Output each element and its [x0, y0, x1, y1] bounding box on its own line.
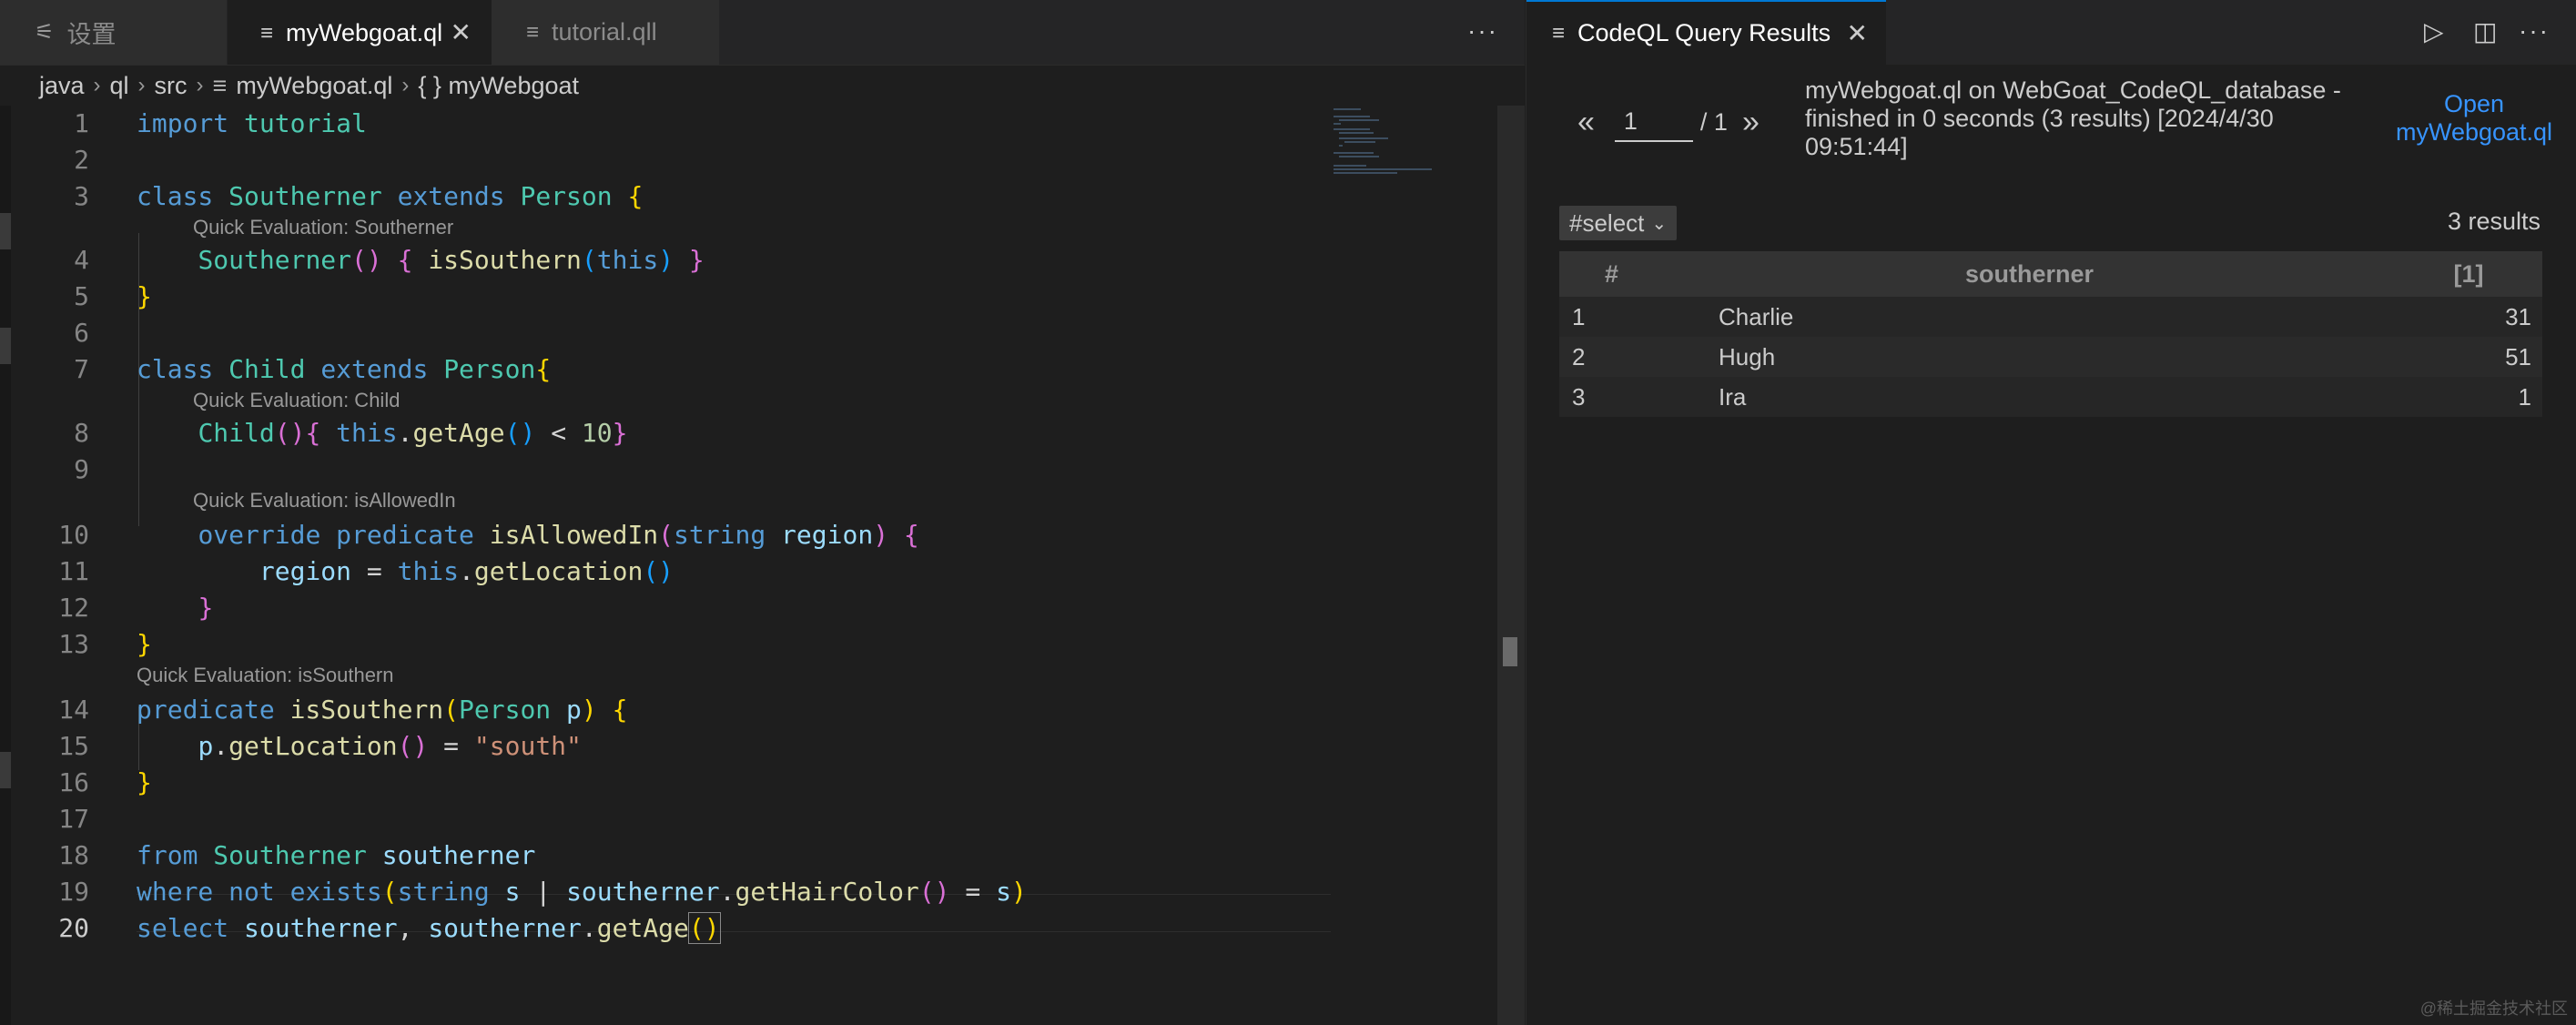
code-line: 4 Southerner() { isSouthern(this) } — [74, 245, 705, 275]
query-summary: myWebgoat.ql on WebGoat_CodeQL_database … — [1805, 76, 2341, 160]
watermark: @稀土掘金技术社区 — [2419, 1000, 2568, 1018]
next-page-button[interactable]: » — [1742, 105, 1760, 140]
tab-tutorial-qll[interactable]: ≡ tutorial.qll — [492, 0, 719, 65]
code-line: 2 — [74, 145, 89, 175]
quick-evaluation-lens[interactable]: Quick Evaluation: isSouthern — [137, 663, 394, 688]
breadcrumb: java › ql › src › ≡ myWebgoat.ql › { } m… — [0, 66, 1525, 106]
chevron-right-icon: › — [401, 73, 410, 97]
table-header-row: # southerner [1] — [1559, 251, 2542, 297]
code-line: 19 where not exists(string s | southerner… — [58, 877, 1027, 907]
breadcrumb-item-ql[interactable]: ql — [110, 72, 129, 100]
code-line: 13} — [58, 629, 152, 659]
code-line: 7 class Child extends Person{ — [74, 354, 552, 384]
editor-tab-bar: ⚟ 设置 ≡ myWebgoat.ql ✕ ≡ tutorial.qll ··· — [0, 0, 1525, 66]
column-header-index[interactable]: # — [1559, 251, 1664, 297]
code-line: 11 region = this.getLocation() — [58, 556, 674, 586]
previous-page-button[interactable]: « — [1577, 105, 1595, 140]
quick-evaluation-lens[interactable]: Quick Evaluation: isAllowedIn — [193, 488, 456, 513]
code-line: 1 import tutorial — [74, 108, 367, 138]
file-lines-icon: ≡ — [1552, 20, 1566, 46]
results-panel: ≡ CodeQL Query Results ✕ ▷ ◫ ··· « / 1 »… — [1526, 0, 2576, 1025]
row-southerner[interactable]: Ira — [1664, 377, 2395, 417]
code-line: 12 } — [58, 593, 214, 623]
scrollbar-thumb[interactable] — [1503, 637, 1517, 666]
tab-codeql-query-results[interactable]: ≡ CodeQL Query Results ✕ — [1526, 0, 1886, 65]
code-line: 3 class Southerner extends Person { — [74, 181, 644, 211]
minimap[interactable] — [1334, 106, 1452, 188]
file-lines-icon: ≡ — [212, 71, 228, 99]
result-set-select[interactable]: #select ⌄ — [1559, 206, 1678, 240]
row-southerner[interactable]: Hugh — [1664, 337, 2395, 377]
file-lines-icon: ≡ — [526, 19, 540, 45]
editor-group: ⚟ 设置 ≡ myWebgoat.ql ✕ ≡ tutorial.qll ···… — [0, 0, 1525, 1025]
chevron-right-icon: › — [196, 73, 204, 97]
close-icon[interactable]: ✕ — [451, 20, 472, 46]
chevron-right-icon: › — [137, 73, 146, 97]
code-line: 5} — [74, 281, 152, 311]
more-icon[interactable]: ··· — [2519, 16, 2550, 46]
row-index: 2 — [1572, 342, 1586, 370]
code-line: 8 Child(){ this.getAge() < 10} — [74, 418, 628, 448]
tab-label: CodeQL Query Results — [1577, 19, 1831, 46]
row-value: 51 — [2505, 342, 2531, 370]
breadcrumb-item-file[interactable]: myWebgoat.ql — [236, 72, 392, 100]
chevron-down-icon: ⌄ — [1651, 213, 1668, 234]
quick-evaluation-lens[interactable]: Quick Evaluation: Child — [193, 388, 400, 413]
tab-label: 设置 — [66, 21, 117, 48]
code-line: 14 predicate isSouthern(Person p) { — [58, 695, 628, 725]
chevron-right-icon: › — [93, 73, 101, 97]
breadcrumb-item-module[interactable]: { } myWebgoat — [418, 72, 579, 100]
more-actions-icon[interactable]: ··· — [1467, 16, 1498, 46]
page-number-input[interactable] — [1614, 102, 1693, 142]
code-line: 17 — [58, 804, 89, 834]
code-line: 18 from Southerner southerner — [58, 840, 536, 870]
results-tab-bar: ≡ CodeQL Query Results ✕ ▷ ◫ ··· — [1526, 0, 2576, 65]
close-icon[interactable]: ✕ — [1847, 18, 1868, 48]
column-header-southerner[interactable]: southerner — [1664, 251, 2395, 297]
quick-evaluation-lens[interactable]: Quick Evaluation: Southerner — [193, 215, 453, 240]
breadcrumb-item-java[interactable]: java — [39, 72, 85, 100]
split-editor-icon[interactable]: ◫ — [2473, 16, 2497, 46]
settings-icon: ⚟ — [35, 20, 55, 45]
table-row[interactable]: 1 Charlie 31 — [1559, 297, 2542, 337]
vertical-scrollbar[interactable] — [1497, 106, 1525, 1025]
tab-label: myWebgoat.ql — [286, 19, 443, 46]
tab-mywebgoat-ql[interactable]: ≡ myWebgoat.ql ✕ — [228, 0, 492, 65]
page-total: / 1 — [1699, 107, 1728, 136]
run-icon[interactable]: ▷ — [2424, 16, 2444, 46]
row-index: 1 — [1572, 302, 1586, 330]
breadcrumb-item-src[interactable]: src — [155, 72, 188, 100]
result-set-value: #select — [1569, 208, 1645, 237]
code-line: 16} — [58, 767, 152, 797]
code-line: 9 — [74, 454, 89, 484]
code-editor[interactable]: 1 import tutorial 2 3 class Southerner ext… — [0, 106, 1347, 1025]
row-southerner[interactable]: Charlie — [1664, 297, 2395, 337]
column-header-value[interactable]: [1] — [2395, 251, 2542, 297]
results-table: # southerner [1] 1 Charlie 31 2 Hugh 51 … — [1559, 251, 2542, 417]
row-value: 1 — [2518, 382, 2531, 411]
result-pager: « / 1 » — [1577, 100, 1760, 144]
row-index: 3 — [1572, 382, 1586, 411]
code-line: 10 override predicate isAllowedIn(string… — [58, 520, 919, 550]
table-row[interactable]: 2 Hugh 51 — [1559, 337, 2542, 377]
code-line: 6 — [74, 318, 89, 348]
file-lines-icon: ≡ — [260, 20, 274, 46]
code-line: 20 select southerner, southerner.getAge() — [58, 912, 721, 944]
open-query-link[interactable]: Open myWebgoat.ql — [2388, 90, 2561, 147]
result-count: 3 results — [2447, 208, 2541, 235]
table-row[interactable]: 3 Ira 1 — [1559, 377, 2542, 417]
tab-settings[interactable]: ⚟ 设置 — [0, 0, 228, 65]
tab-label: tutorial.qll — [552, 18, 657, 46]
code-line: 15 p.getLocation() = "south" — [58, 731, 582, 761]
row-value: 31 — [2505, 302, 2531, 330]
